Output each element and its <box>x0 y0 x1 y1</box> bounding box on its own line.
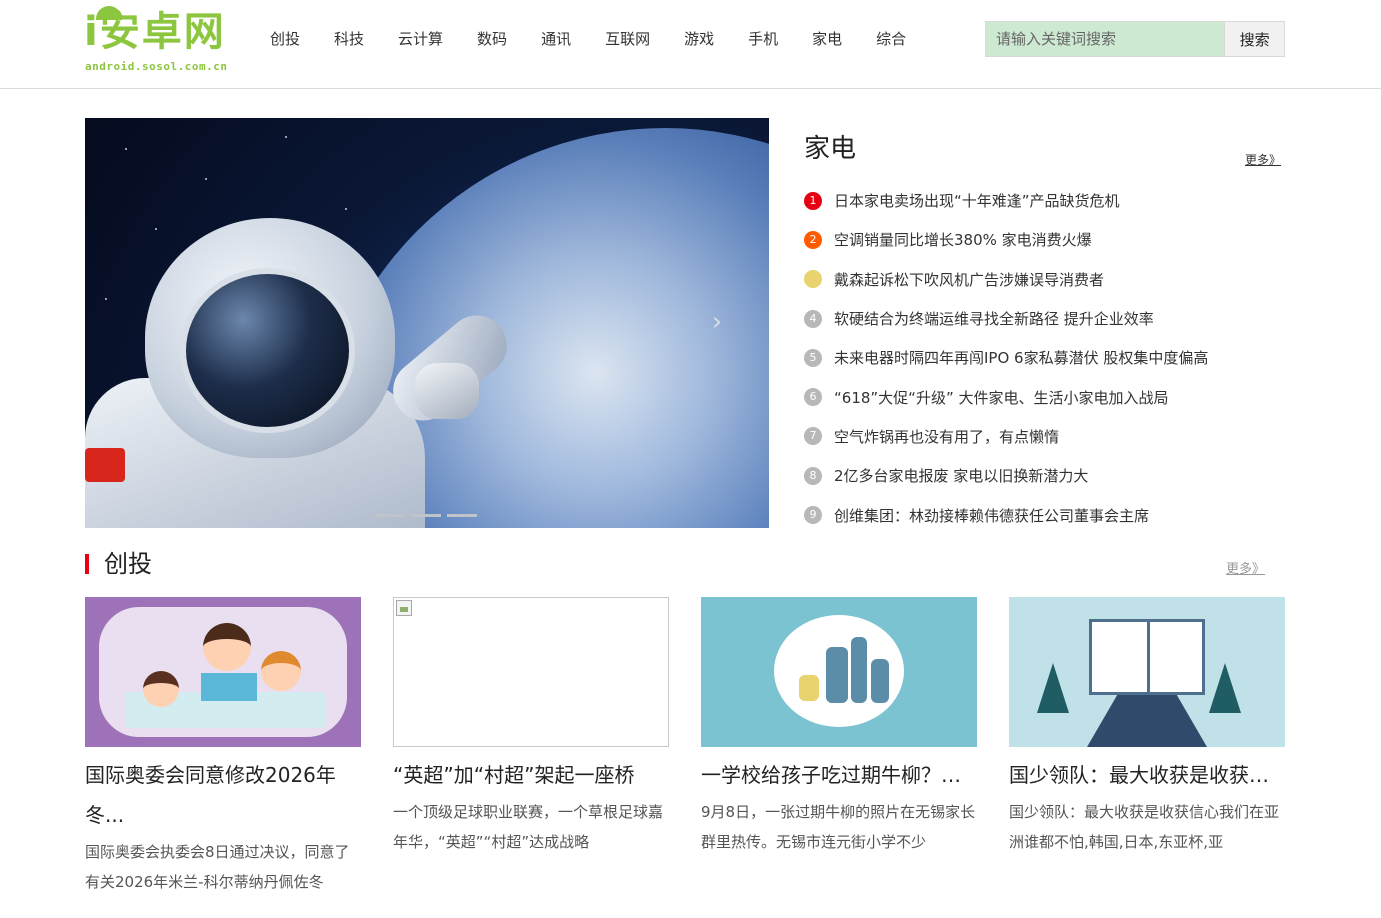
news-item[interactable]: 戴森起诉松下吹风机广告涉嫌误导消费者 <box>804 260 1285 299</box>
flag-patch <box>85 448 125 482</box>
nav-item-hulianwang[interactable]: 互联网 <box>605 28 650 50</box>
news-title[interactable]: 未来电器时隔四年再闯IPO 6家私募潜伏 股权集中度偏高 <box>834 347 1208 368</box>
rank-badge: 7 <box>804 427 822 446</box>
card-thumbnail[interactable] <box>701 597 977 747</box>
site-logo[interactable]: i安卓网 android.sosol.com.cn <box>84 4 244 76</box>
broken-image-icon <box>396 600 412 616</box>
news-title[interactable]: 空调销量同比增长380% 家电消费火爆 <box>834 229 1092 250</box>
rank-badge: 4 <box>804 309 822 328</box>
section-header: 创投 更多》 <box>85 548 1285 582</box>
carousel-indicators <box>375 514 483 517</box>
news-item[interactable]: 8 2亿多台家电报废 家电以旧换新潜力大 <box>804 456 1285 495</box>
news-list: 1 日本家电卖场出现“十年难逢”产品缺货危机 2 空调销量同比增长380% 家电消费… <box>804 181 1285 535</box>
nav-item-yunjisuan[interactable]: 云计算 <box>398 28 443 50</box>
card-description: 一个顶级足球职业联赛，一个草根足球嘉年华，“英超”“村超”达成战略 <box>393 803 664 851</box>
news-title[interactable]: 创维集团：林劲接棒赖伟德获任公司董事会主席 <box>834 505 1149 526</box>
rank-badge: 2 <box>804 230 822 249</box>
astronaut-image <box>85 198 555 528</box>
news-item[interactable]: 2 空调销量同比增长380% 家电消费火爆 <box>804 220 1285 259</box>
news-title[interactable]: 日本家电卖场出现“十年难逢”产品缺货危机 <box>834 190 1120 211</box>
carousel-dot[interactable] <box>375 514 405 517</box>
search-box: 搜索 <box>985 21 1285 57</box>
nav-item-tongxun[interactable]: 通讯 <box>541 28 571 50</box>
card-description: 9月8日，一张过期牛柳的照片在无锡家长群里热传。无锡市连元街小学不少 <box>701 803 976 851</box>
card-title[interactable]: 国少领队：最大收获是收获信... <box>1009 755 1285 795</box>
news-title[interactable]: 2亿多台家电报废 家电以旧换新潜力大 <box>834 465 1088 486</box>
carousel-dot[interactable] <box>411 514 441 517</box>
logo-domain: android.sosol.com.cn <box>85 60 228 73</box>
search-input[interactable] <box>986 22 1225 56</box>
card-thumbnail[interactable] <box>393 597 669 747</box>
nav-item-keji[interactable]: 科技 <box>334 28 364 50</box>
section-more-link[interactable]: 更多》 <box>1226 558 1265 577</box>
nav-item-chuangtou[interactable]: 创投 <box>270 28 300 50</box>
article-cards: 国际奥委会同意修改2026年冬... 国际奥委会执委会8日通过决议，同意了有关2… <box>85 597 1285 897</box>
card-description: 国际奥委会执委会8日通过决议，同意了有关2026年米兰-科尔蒂纳丹佩佐冬 <box>85 843 350 891</box>
news-item[interactable]: 6 “618”大促“升级” 大件家电、生活小家电加入战局 <box>804 377 1285 416</box>
card-title[interactable]: 国际奥委会同意修改2026年冬... <box>85 755 361 835</box>
card-thumbnail[interactable] <box>85 597 361 747</box>
rank-badge: 5 <box>804 348 822 367</box>
rank-badge: 8 <box>804 466 822 485</box>
nav-item-jiadian[interactable]: 家电 <box>812 28 842 50</box>
nav-item-youxi[interactable]: 游戏 <box>684 28 714 50</box>
search-button[interactable]: 搜索 <box>1224 22 1284 56</box>
side-more-link[interactable]: 更多》 <box>1245 151 1281 168</box>
section-title: 创投 <box>104 550 152 578</box>
nav-item-shuma[interactable]: 数码 <box>477 28 507 50</box>
rank-badge: 1 <box>804 191 822 210</box>
rank-badge: 6 <box>804 388 822 407</box>
news-title[interactable]: 戴森起诉松下吹风机广告涉嫌误导消费者 <box>834 269 1104 290</box>
side-title: 家电 <box>804 134 857 164</box>
news-title[interactable]: 软硬结合为终端运维寻找全新路径 提升企业效率 <box>834 308 1154 329</box>
card-thumbnail[interactable] <box>1009 597 1285 747</box>
news-item[interactable]: 5 未来电器时隔四年再闯IPO 6家私募潜伏 股权集中度偏高 <box>804 338 1285 377</box>
rank-badge <box>804 270 822 289</box>
section-accent-bar <box>85 554 89 574</box>
site-header: i安卓网 android.sosol.com.cn 创投 科技 云计算 数码 通… <box>0 0 1381 89</box>
article-card[interactable]: 国际奥委会同意修改2026年冬... 国际奥委会执委会8日通过决议，同意了有关2… <box>85 597 361 897</box>
article-card[interactable]: 国少领队：最大收获是收获信... 国少领队：最大收获是收获信心我们在亚洲谁都不怕… <box>1009 597 1285 857</box>
article-card[interactable]: “英超”加“村超”架起一座桥 一个顶级足球职业联赛，一个草根足球嘉年华，“英超”… <box>393 597 669 857</box>
card-title[interactable]: “英超”加“村超”架起一座桥 <box>393 755 669 795</box>
carousel-dot[interactable] <box>447 514 477 517</box>
logo-text: i安卓网 <box>84 9 226 55</box>
card-description: 国少领队：最大收获是收获信心我们在亚洲谁都不怕,韩国,日本,东亚杯,亚 <box>1009 803 1280 851</box>
news-item[interactable]: 4 软硬结合为终端运维寻找全新路径 提升企业效率 <box>804 299 1285 338</box>
chevron-right-icon[interactable]: › <box>707 309 727 335</box>
main-nav: 创投 科技 云计算 数码 通讯 互联网 游戏 手机 家电 综合 <box>270 28 940 50</box>
article-card[interactable]: 一学校给孩子吃过期牛柳？官... 9月8日，一张过期牛柳的照片在无锡家长群里热传… <box>701 597 977 857</box>
banner-carousel[interactable]: › <box>85 118 769 528</box>
news-item[interactable]: 9 创维集团：林劲接棒赖伟德获任公司董事会主席 <box>804 495 1285 534</box>
news-title[interactable]: “618”大促“升级” 大件家电、生活小家电加入战局 <box>834 387 1168 408</box>
card-title[interactable]: 一学校给孩子吃过期牛柳？官... <box>701 755 977 795</box>
rank-badge: 9 <box>804 506 822 525</box>
news-item[interactable]: 7 空气炸锅再也没有用了，有点懒惰 <box>804 417 1285 456</box>
news-item[interactable]: 1 日本家电卖场出现“十年难逢”产品缺货危机 <box>804 181 1285 220</box>
news-title[interactable]: 空气炸锅再也没有用了，有点懒惰 <box>834 426 1059 447</box>
nav-item-shouji[interactable]: 手机 <box>748 28 778 50</box>
nav-item-zonghe[interactable]: 综合 <box>876 28 906 50</box>
